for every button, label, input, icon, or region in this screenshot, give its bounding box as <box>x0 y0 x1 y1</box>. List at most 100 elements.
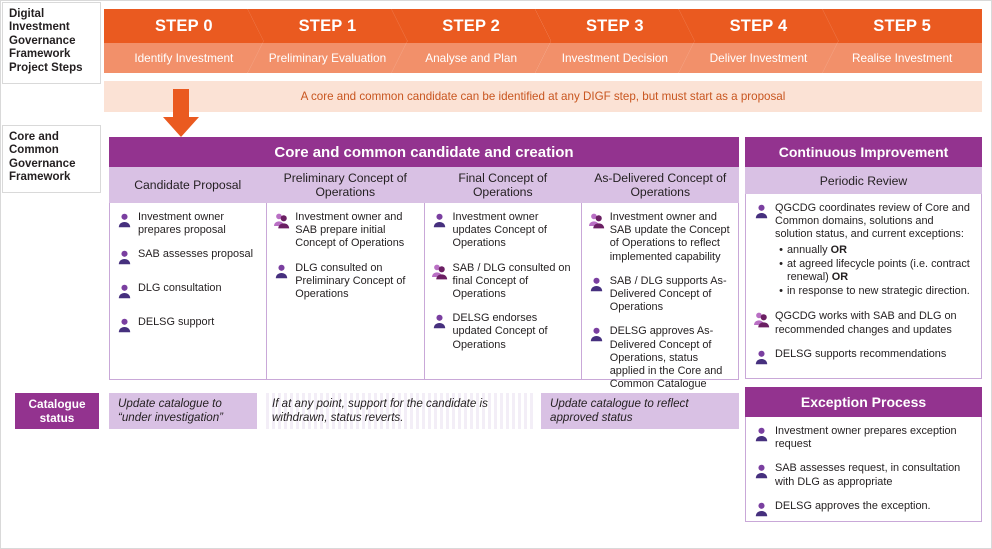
step-number-5: STEP 5 <box>822 9 982 43</box>
bullet-item-text: DELSG endorses updated Concept of Operat… <box>452 312 548 351</box>
bullet-item: SAB assesses request, in consultation wi… <box>753 462 974 488</box>
bullet-list: Investment owner and SAB prepare initial… <box>273 211 416 301</box>
bullet-item: SAB / DLG supports As-Delivered Concept … <box>588 275 731 315</box>
exception-process-header-text: Exception Process <box>800 394 927 410</box>
candidate-column-headers: Candidate Proposal Preliminary Concept of… <box>109 167 739 203</box>
catalogue-status-label-text: Catalogue status <box>28 397 86 425</box>
bullet-list: Investment owner updates Concept of Oper… <box>431 211 574 352</box>
catalogue-status-label: Catalogue status <box>15 393 99 429</box>
two-people-icon <box>273 211 290 234</box>
candidate-creation-panel: Core and common candidate and creation C… <box>109 137 739 390</box>
step-label-5: Realise Investment <box>822 43 982 73</box>
person-icon <box>116 248 133 271</box>
column-body-3: Investment owner and SAB update the Conc… <box>581 203 738 390</box>
bullet-dot-icon: • <box>779 257 783 270</box>
step-label-0: Identify Investment <box>104 43 264 73</box>
framework-title-line-2: Investment <box>9 21 70 34</box>
column-header-3: As-Delivered Concept of Operations <box>594 171 727 199</box>
bullet-item-text: DELSG support <box>138 316 215 329</box>
sub-bullet-item-text: at agreed lifecycle points (i.e. contrac… <box>787 257 970 284</box>
person-icon <box>753 500 770 523</box>
catalogue-status-cell-3: Update catalogue to reflect approved sta… <box>541 393 739 429</box>
diagram-canvas: Digital Investment Governance Framework … <box>0 0 992 549</box>
sub-bullet-item: • at agreed lifecycle points (i.e. contra… <box>775 258 974 284</box>
step-chevron-3[interactable]: STEP 3 Investment Decision <box>535 9 695 73</box>
person-icon <box>753 348 770 371</box>
framework-title-line-4: Framework <box>9 48 71 61</box>
bullet-item: SAB assesses proposal <box>116 248 259 271</box>
bullet-item-text: SAB / DLG consulted on final Concept of … <box>452 261 571 301</box>
framework-title-line-3: Governance <box>9 34 76 47</box>
continuous-improvement-body: QGCDG coordinates review of Core and Com… <box>745 194 982 379</box>
bullet-dot-icon: • <box>779 285 783 298</box>
bullet-item-text: SAB / DLG supports As-Delivered Concept … <box>609 274 727 314</box>
sub-bullet-item: • annually OR <box>775 244 974 257</box>
catalogue-status-cell-1-text: Update catalogue to “under investigation… <box>118 397 224 424</box>
bullet-item-text: DELSG supports recommendations <box>775 347 947 360</box>
bullet-item: Investment owner updates Concept of Oper… <box>431 211 574 251</box>
bullet-item: DELSG approves the exception. <box>753 500 974 523</box>
framework-title-line-1: Digital <box>9 8 45 20</box>
step-chevron-4[interactable]: STEP 4 Deliver Investment <box>679 9 839 73</box>
step-chevron-2[interactable]: STEP 2 Analyse and Plan <box>391 9 551 73</box>
core-common-label-line-4: Framework <box>9 171 71 184</box>
bullet-item: QGCDG works with SAB and DLG on recommen… <box>753 310 974 336</box>
bullet-item: SAB / DLG consulted on final Concept of … <box>431 262 574 302</box>
bullet-item-text: Investment owner updates Concept of Oper… <box>452 211 547 250</box>
step-chevron-0[interactable]: STEP 0 Identify Investment <box>104 9 264 73</box>
bullet-item: Investment owner prepares proposal <box>116 211 259 237</box>
bullet-item: DLG consultation <box>116 282 259 305</box>
bullet-item: Investment owner prepares exception requ… <box>753 425 974 451</box>
bullet-item: DELSG supports recommendations <box>753 348 974 371</box>
catalogue-status-cell-1: Update catalogue to “under investigation… <box>109 393 257 429</box>
exception-process-body: Investment owner prepares exception requ… <box>745 417 982 522</box>
bullet-list: Investment owner prepares exception requ… <box>753 425 974 523</box>
bullet-item-text: Investment owner and SAB update the Conc… <box>609 211 730 263</box>
person-icon <box>588 275 605 298</box>
bullet-item-text: SAB assesses proposal <box>138 248 254 261</box>
framework-title-line-5: Project Steps <box>9 61 83 74</box>
two-people-icon <box>588 211 605 234</box>
step-label-2: Analyse and Plan <box>391 43 551 73</box>
two-people-icon <box>431 262 448 285</box>
candidate-columns: Investment owner prepares proposal SAB as… <box>109 203 739 390</box>
periodic-review-subheader: Periodic Review <box>745 167 982 194</box>
person-icon <box>588 325 605 348</box>
person-icon <box>116 211 133 234</box>
catalogue-status-cell-2-text: If at any point, support for the candida… <box>272 397 488 424</box>
step-number-2: STEP 2 <box>391 9 551 43</box>
bullet-dot-icon: • <box>779 243 783 256</box>
step-bar: STEP 0 Identify Investment STEP 1 Prelimina… <box>104 9 982 73</box>
column-header-0: Candidate Proposal <box>134 178 242 192</box>
catalogue-status-cell-2: If at any point, support for the candida… <box>263 393 535 429</box>
bullet-item: QGCDG coordinates review of Core and Com… <box>753 202 974 299</box>
bullet-item-text: Investment owner and SAB prepare initial… <box>295 211 405 250</box>
core-common-label-line-2: Common <box>9 144 59 157</box>
person-icon <box>753 462 770 485</box>
bullet-item-text: Investment owner prepares exception requ… <box>775 425 957 451</box>
column-body-1: Investment owner and SAB prepare initial… <box>267 203 425 379</box>
periodic-review-subheader-text: Periodic Review <box>819 173 908 188</box>
bullet-item: DELSG endorses updated Concept of Operat… <box>431 312 574 352</box>
exception-process-panel: Exception Process Investment owner prepa… <box>745 387 982 522</box>
sub-bullet-item-text: annually OR <box>787 243 847 256</box>
bullet-item-text: QGCDG coordinates review of Core and Com… <box>775 202 974 299</box>
bullet-item-text: DELSG approves the exception. <box>775 499 931 512</box>
bullet-item: DELSG support <box>116 316 259 339</box>
step-chevron-5[interactable]: STEP 5 Realise Investment <box>822 9 982 73</box>
continuous-improvement-header-text: Continuous Improvement <box>778 144 949 160</box>
exception-process-header: Exception Process <box>745 387 982 417</box>
sub-bullet-list: • annually OR • at agreed lifecycle points … <box>775 244 974 299</box>
person-icon <box>431 211 448 234</box>
core-common-label: Core and Common Governance Framework <box>2 125 101 193</box>
bullet-item: DLG consulted on Preliminary Concept of … <box>273 262 416 302</box>
step-number-1: STEP 1 <box>248 9 408 43</box>
bullet-list: Investment owner and SAB update the Conc… <box>588 211 731 391</box>
person-icon <box>273 262 290 285</box>
step-chevron-1[interactable]: STEP 1 Preliminary Evaluation <box>248 9 408 73</box>
step-number-0: STEP 0 <box>104 9 264 43</box>
catalogue-status-cell-3-text: Update catalogue to reflect approved sta… <box>550 397 689 424</box>
person-icon <box>753 202 770 225</box>
bullet-item-text: QGCDG works with SAB and DLG on recommen… <box>775 310 957 336</box>
step-number-4: STEP 4 <box>679 9 839 43</box>
